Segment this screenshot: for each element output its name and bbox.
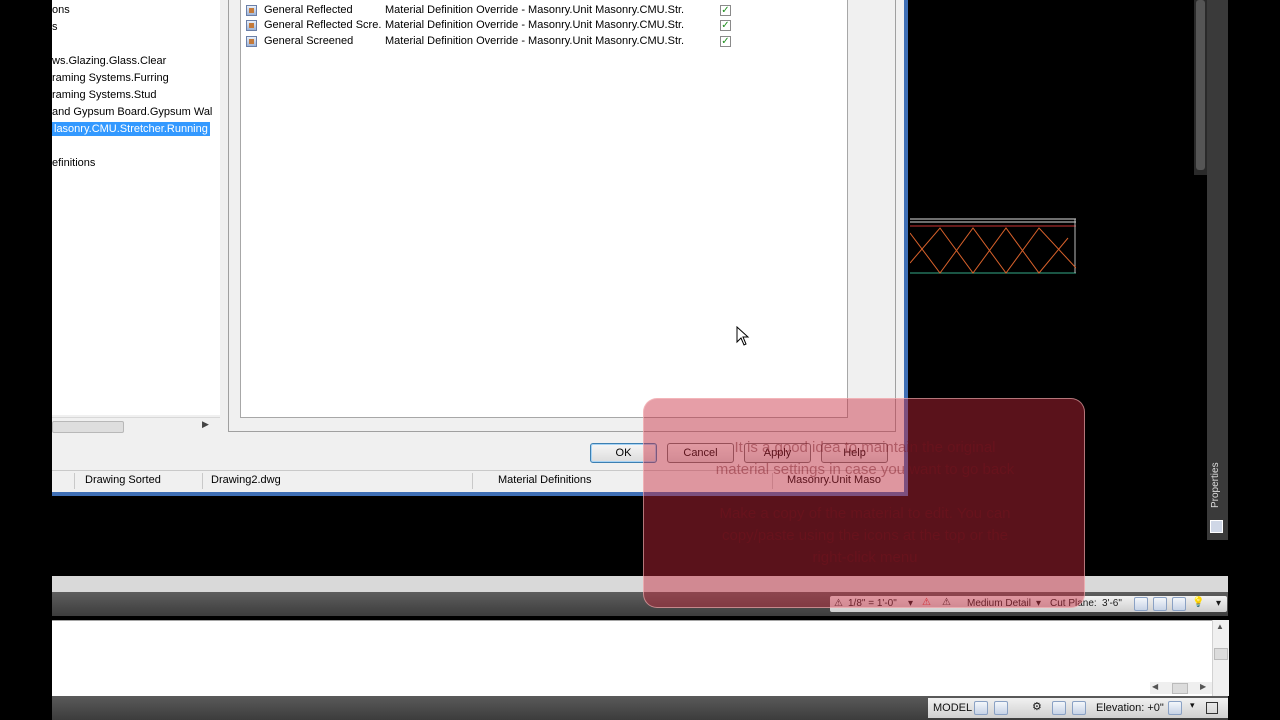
callout-line: copy/paste using the icons at the top or… bbox=[721, 527, 1009, 544]
instruction-callout: It is a good idea to maintain the origin… bbox=[643, 398, 1085, 608]
left-margin bbox=[0, 0, 52, 720]
display-rep-icon bbox=[246, 36, 257, 47]
style-tree[interactable]: ons s ws.Glazing.Glass.Clear raming Syst… bbox=[52, 0, 221, 415]
viewport-scrollbar[interactable] bbox=[1194, 0, 1207, 175]
splitter[interactable] bbox=[220, 0, 228, 432]
row-checkbox[interactable]: ✓ bbox=[720, 36, 731, 47]
row-checkbox[interactable]: ✓ bbox=[720, 5, 731, 16]
elevation-value[interactable]: Elevation: +0" bbox=[1096, 702, 1164, 714]
mouse-cursor-icon bbox=[736, 326, 750, 346]
tree-item[interactable]: ws.Glazing.Glass.Clear bbox=[52, 54, 166, 68]
hardware-acceleration-icon[interactable] bbox=[1168, 701, 1182, 715]
isolate-objects-icon[interactable] bbox=[1172, 597, 1186, 611]
row-property[interactable]: Material Definition Override - Masonry.U… bbox=[385, 34, 685, 49]
properties-tab[interactable]: Properties bbox=[1210, 458, 1224, 512]
chevron-down-icon[interactable]: ▾ bbox=[1216, 598, 1221, 609]
chevron-down-icon[interactable]: ▾ bbox=[1190, 700, 1195, 711]
row-name: General Reflected Scre... bbox=[264, 19, 382, 31]
scroll-right-arrow-icon[interactable]: ▶ bbox=[1200, 682, 1206, 691]
lightbulb-icon[interactable]: 💡 bbox=[1192, 597, 1204, 608]
display-rep-icon bbox=[246, 20, 257, 31]
lock-icon[interactable] bbox=[1072, 701, 1086, 715]
surface-hatch-icon[interactable] bbox=[1134, 597, 1148, 611]
tree-item-selected[interactable]: lasonry.CMU.Stretcher.Running bbox=[52, 122, 210, 136]
clean-screen-icon[interactable] bbox=[1206, 702, 1218, 714]
right-margin bbox=[1228, 0, 1280, 720]
tree-item[interactable]: s bbox=[52, 20, 58, 34]
command-line-scrollbar[interactable]: ▲ bbox=[1212, 620, 1229, 696]
workspace-icon[interactable] bbox=[1052, 701, 1066, 715]
row-property[interactable]: Material Definition Override - Masonry.U… bbox=[385, 3, 685, 18]
table-row[interactable]: General Reflected Scre... Material Defin… bbox=[241, 18, 847, 33]
row-checkbox[interactable]: ✓ bbox=[720, 20, 731, 31]
scroll-up-arrow-icon[interactable]: ▲ bbox=[1216, 622, 1224, 631]
layout-icon[interactable] bbox=[974, 701, 988, 715]
cut-plane-value[interactable]: 3'-6" bbox=[1102, 598, 1122, 609]
row-property[interactable]: Material Definition Override - Masonry.U… bbox=[385, 18, 685, 33]
tree-item[interactable]: raming Systems.Stud bbox=[52, 88, 157, 102]
table-row[interactable]: General Screened Material Definition Ove… bbox=[241, 34, 847, 49]
scrollbar-thumb[interactable] bbox=[1196, 0, 1205, 170]
model-space-toggle[interactable]: MODEL bbox=[933, 702, 972, 714]
row-name: General Screened bbox=[264, 35, 354, 47]
tree-item[interactable]: ons bbox=[52, 3, 70, 17]
tree-item[interactable]: and Gypsum Board.Gypsum Wal bbox=[52, 105, 212, 119]
tree-item[interactable]: efinitions bbox=[52, 156, 95, 170]
table-row[interactable]: General Reflected Material Definition Ov… bbox=[241, 3, 847, 18]
row-name: General Reflected bbox=[264, 4, 353, 16]
tree-item[interactable]: raming Systems.Furring bbox=[52, 71, 169, 85]
wall-drawing bbox=[910, 218, 1076, 274]
scrollbar-thumb[interactable] bbox=[1172, 683, 1188, 694]
quick-view-icon[interactable] bbox=[994, 701, 1008, 715]
properties-icon[interactable] bbox=[1210, 520, 1223, 533]
gear-icon[interactable]: ⚙ bbox=[1032, 700, 1042, 713]
scroll-right-arrow-icon[interactable]: ▶ bbox=[202, 419, 209, 430]
scrollbar-thumb[interactable] bbox=[1214, 648, 1228, 660]
callout-line: right-click menu bbox=[812, 549, 918, 566]
display-representations-grid[interactable]: General Reflected Material Definition Ov… bbox=[240, 0, 848, 418]
command-line[interactable] bbox=[52, 620, 1228, 697]
callout-line: It is a good idea to maintain the origin… bbox=[734, 439, 996, 456]
command-line-hscroll[interactable]: ◀ ▶ bbox=[1150, 682, 1212, 694]
scroll-left-arrow-icon[interactable]: ◀ bbox=[1152, 682, 1158, 691]
application-status-controls: MODEL ⚙ Elevation: +0" ▾ bbox=[928, 698, 1228, 718]
layer-key-icon[interactable] bbox=[1153, 597, 1167, 611]
status-sort: Drawing Sorted bbox=[85, 474, 161, 486]
scrollbar-thumb[interactable] bbox=[52, 421, 124, 433]
callout-line: Make a copy of the material to edit. You… bbox=[719, 505, 1011, 522]
display-rep-icon bbox=[246, 5, 257, 16]
tree-horizontal-scrollbar[interactable]: ▶ bbox=[52, 417, 220, 434]
callout-line: material settings in case you want to go… bbox=[715, 461, 1015, 478]
status-file: Drawing2.dwg bbox=[211, 474, 281, 486]
status-category: Material Definitions bbox=[498, 474, 592, 486]
